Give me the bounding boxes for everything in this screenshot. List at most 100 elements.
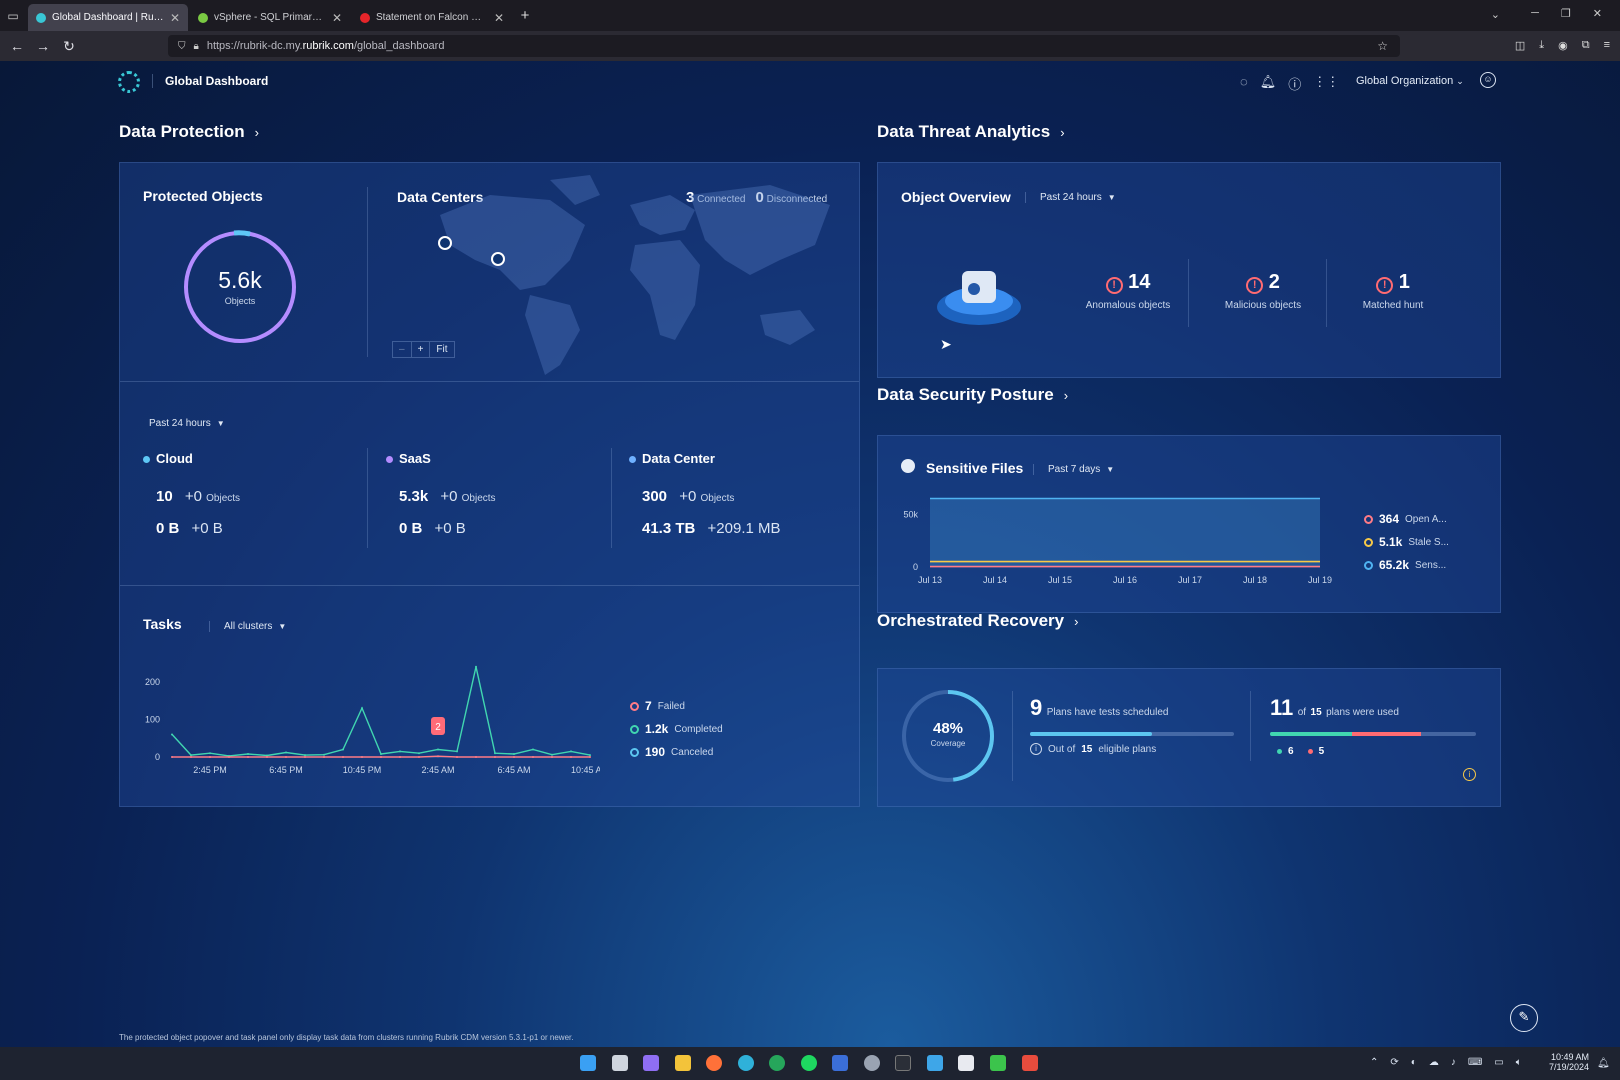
windows-start-icon[interactable] xyxy=(580,1055,596,1071)
extensions-icon[interactable]: ⧉ xyxy=(1582,39,1590,52)
orchestrated-recovery-heading[interactable]: Orchestrated Recovery › xyxy=(877,611,1078,631)
sensitive-legend-sensitive[interactable]: 65.2k Sens... xyxy=(1364,558,1446,572)
rubrik-app: Global Dashboard ◌ 🔔︎ ⓘ ⋮⋮ Global Organi… xyxy=(0,61,1620,1047)
browser-tab-rubrik[interactable]: Global Dashboard | Rubrik ✕ xyxy=(28,4,188,31)
zoom-out-icon[interactable]: – xyxy=(393,342,411,357)
stale-marker-icon xyxy=(1364,537,1373,547)
notepad-icon[interactable] xyxy=(958,1055,974,1071)
sensitive-files-chart[interactable]: 0 50k Jul 13 Jul 14 Jul 15 Jul 16 Jul 17 Jul 18… xyxy=(878,496,1338,596)
tasks-legend-canceled[interactable]: 190 Canceled xyxy=(630,745,713,759)
help-icon[interactable]: ⓘ xyxy=(1288,74,1301,93)
matched-hunt-stat[interactable]: ! 1 Matched hunt xyxy=(1333,271,1453,311)
bookmark-star-icon[interactable]: ☆ xyxy=(1377,39,1388,53)
app-blue-icon[interactable] xyxy=(927,1055,943,1071)
close-tab-icon[interactable]: ✕ xyxy=(494,11,504,25)
organization-selector[interactable]: Global Organization ⌄ xyxy=(1356,75,1464,87)
minimize-icon[interactable]: ─ xyxy=(1531,7,1539,20)
close-window-icon[interactable]: ✕ xyxy=(1593,7,1602,20)
tasks-series-completed[interactable] xyxy=(171,666,591,757)
category-cloud[interactable]: Cloud 10 +0 Objects 0 B +0 B xyxy=(143,451,363,537)
menu-icon[interactable]: ≡ xyxy=(1604,39,1610,52)
app-green-icon[interactable] xyxy=(769,1055,785,1071)
tray-cloud-icon[interactable]: ☁ xyxy=(1429,1057,1439,1068)
plans-used-breakdown: 6 5 xyxy=(1277,746,1324,757)
zoom-fit-button[interactable]: Fit xyxy=(429,342,453,357)
protection-time-range-dropdown[interactable]: Past 24 hours ▼ xyxy=(149,418,225,429)
tray-edge-icon[interactable]: ◐ xyxy=(1411,1057,1417,1068)
tasks-point-failed xyxy=(323,756,325,758)
new-tab-icon[interactable]: + xyxy=(512,7,538,24)
data-center-marker-icon[interactable] xyxy=(438,236,452,250)
task-view-icon[interactable] xyxy=(612,1055,628,1071)
failed-marker-badge[interactable]: 2 xyxy=(431,717,445,735)
spotify-icon[interactable] xyxy=(801,1055,817,1071)
tray-sync-icon[interactable]: ⟳ xyxy=(1390,1057,1398,1068)
malicious-objects-stat[interactable]: ! 2 Malicious objects xyxy=(1198,271,1328,311)
zoom-in-icon[interactable]: + xyxy=(410,342,430,357)
data-center-marker-icon[interactable] xyxy=(491,252,505,266)
support-chat-icon[interactable]: ◌ xyxy=(1240,74,1248,93)
pocket-icon[interactable]: ◫ xyxy=(1515,39,1525,52)
browser-tab-vsphere[interactable]: vSphere - SQL Primary - Summ ✕ xyxy=(190,4,350,31)
app-grid-icon[interactable]: ⋮⋮ xyxy=(1313,74,1339,93)
shield-icon[interactable]: ⛉ xyxy=(178,41,186,52)
data-security-posture-heading[interactable]: Data Security Posture › xyxy=(877,385,1068,405)
notifications-bell-icon[interactable]: 🔔︎ xyxy=(1260,74,1277,93)
edge-icon[interactable] xyxy=(738,1055,754,1071)
edit-pencil-icon[interactable]: ✎ xyxy=(1510,1004,1538,1032)
category-data-center[interactable]: Data Center 300 +0 Objects 41.3 TB +209.… xyxy=(629,451,849,537)
user-account-icon[interactable]: ☺ xyxy=(1480,72,1496,88)
sensitive-legend-stale[interactable]: 5.1k Stale S... xyxy=(1364,535,1449,549)
system-tray: ⌃ ⟳ ◐ ☁ ♪ ⌨ ▭ 🔈︎ xyxy=(1370,1057,1522,1068)
close-tab-icon[interactable]: ✕ xyxy=(332,11,342,25)
forward-icon[interactable]: → xyxy=(30,38,56,54)
browser-tab-statement[interactable]: Statement on Falcon Content U ✕ xyxy=(352,4,512,31)
tab-list-icon[interactable]: ▭ xyxy=(0,9,26,23)
plans-scheduled[interactable]: 9 Plans have tests scheduled xyxy=(1030,695,1168,721)
firefox-icon[interactable] xyxy=(706,1055,722,1071)
threat-time-range-dropdown[interactable]: Past 24 hours ▼ xyxy=(1025,192,1116,203)
app-c-red-icon[interactable] xyxy=(1022,1055,1038,1071)
close-tab-icon[interactable]: ✕ xyxy=(170,11,180,25)
rubrik-logo-icon[interactable] xyxy=(118,71,140,93)
downloads-icon[interactable]: ⤓ xyxy=(1539,39,1544,52)
data-protection-heading[interactable]: Data Protection › xyxy=(119,122,259,142)
world-map[interactable] xyxy=(420,165,840,375)
terminal-icon[interactable] xyxy=(895,1055,911,1071)
back-icon[interactable]: ← xyxy=(4,38,30,54)
plans-used[interactable]: 11 of 15 plans were used xyxy=(1270,695,1399,721)
warning-info-icon[interactable]: i xyxy=(1463,768,1476,781)
anomalous-objects-stat[interactable]: ! 14 Anomalous objects xyxy=(1068,271,1188,311)
data-threat-analytics-heading[interactable]: Data Threat Analytics › xyxy=(877,122,1065,142)
tray-chevron-up-icon[interactable]: ⌃ xyxy=(1370,1057,1378,1068)
app-c-green-icon[interactable] xyxy=(990,1055,1006,1071)
clock[interactable]: 10:49 AM 7/19/2024 xyxy=(1545,1052,1589,1072)
tray-mic-icon[interactable]: ♪ xyxy=(1451,1057,1456,1068)
tasks-legend-completed[interactable]: 1.2k Completed xyxy=(630,722,723,736)
divider xyxy=(120,381,859,382)
tasks-legend-failed[interactable]: 7 Failed xyxy=(630,699,685,713)
sensitive-files-time-range-dropdown[interactable]: Past 7 days ▼ xyxy=(1033,464,1114,475)
category-saas[interactable]: SaaS 5.3k +0 Objects 0 B +0 B xyxy=(386,451,606,537)
account-icon[interactable]: ◉ xyxy=(1558,39,1568,52)
tray-volume-icon[interactable]: 🔈︎ xyxy=(1516,1057,1522,1068)
reload-icon[interactable]: ↻ xyxy=(56,38,82,55)
tasks-chart[interactable]: 0 100 200 2:45 PM 6:45 PM 10:45 PM 2:45 AM 6:45… xyxy=(130,653,600,783)
mail-icon[interactable] xyxy=(832,1055,848,1071)
restore-icon[interactable]: ❐ xyxy=(1561,7,1571,20)
info-icon[interactable]: i xyxy=(1030,743,1042,755)
tray-network-icon[interactable]: ▭ xyxy=(1494,1057,1503,1068)
tab-overflow-chevron-icon[interactable]: ⌄ xyxy=(1491,8,1500,21)
settings-icon[interactable] xyxy=(864,1055,880,1071)
tray-keyboard-icon[interactable]: ⌨ xyxy=(1468,1057,1482,1068)
tasks-y-tick-label: 200 xyxy=(145,677,160,687)
sensitive-legend-open-access[interactable]: 364 Open A... xyxy=(1364,512,1447,526)
address-bar[interactable]: ⛉ 🔒︎ https://rubrik-dc.my.rubrik.com/glo… xyxy=(168,35,1400,57)
tasks-point-failed xyxy=(399,756,401,758)
copilot-icon[interactable] xyxy=(643,1055,659,1071)
notification-bell-icon[interactable]: 🔔︎ xyxy=(1597,1058,1610,1069)
lock-icon[interactable]: 🔒︎ xyxy=(194,41,199,52)
file-explorer-icon[interactable] xyxy=(675,1055,691,1071)
tasks-cluster-dropdown[interactable]: All clusters ▼ xyxy=(209,621,286,632)
sensitive-x-tick-label: Jul 17 xyxy=(1178,575,1202,585)
